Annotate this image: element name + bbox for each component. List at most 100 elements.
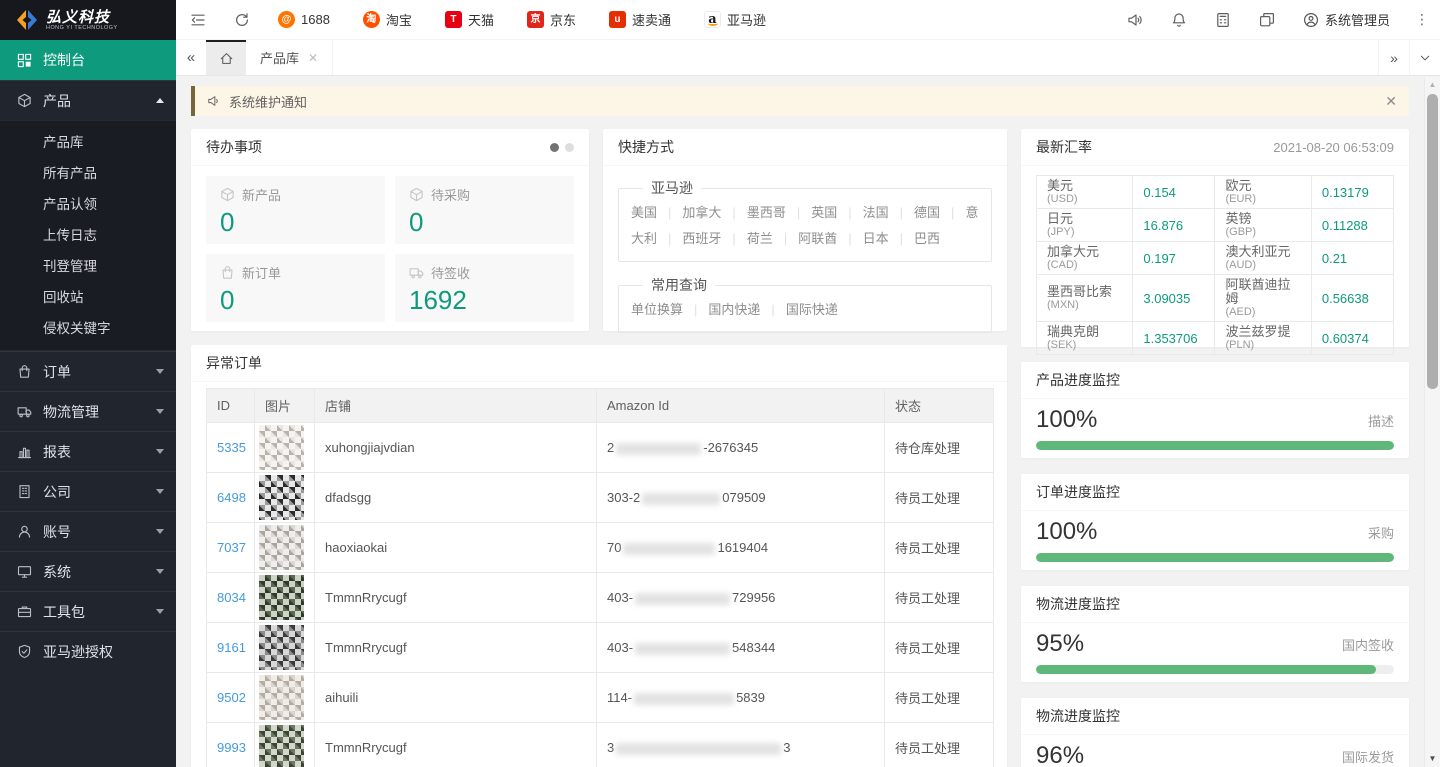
marketplace-link[interactable]: a 亚马逊: [704, 10, 766, 29]
calculator-icon: [1215, 12, 1231, 28]
order-table-row: 8034 TmmnRrycugf 403-729956 待员工处理: [207, 573, 994, 623]
chevron-down-icon: [156, 409, 164, 414]
carousel-dot[interactable]: [565, 143, 574, 152]
sidebar-subitem[interactable]: 产品认领: [0, 189, 176, 220]
theme-layout-button[interactable]: [1245, 0, 1289, 40]
sidebar-item[interactable]: 亚马逊授权: [0, 631, 176, 671]
tabs-scroll-right-button[interactable]: »: [1378, 40, 1409, 75]
progress-monitor-card: 物流进度监控 95% 国内签收: [1021, 586, 1409, 682]
brand-logo[interactable]: 弘义科技 HONG YI TECHNOLOGY: [0, 0, 176, 40]
order-status: 待仓库处理: [885, 423, 994, 473]
marketplace-link[interactable]: u 速卖通: [609, 10, 671, 29]
currency-rate: 0.56638: [1311, 275, 1393, 322]
notifications-button[interactable]: [1157, 0, 1201, 40]
shortcut-link[interactable]: 英国: [786, 205, 837, 220]
calculator-button[interactable]: [1201, 0, 1245, 40]
shortcut-link[interactable]: 日本: [837, 231, 888, 246]
order-status: 待员工处理: [885, 523, 994, 573]
collapse-sidebar-button[interactable]: [176, 0, 220, 40]
shortcut-group: 常用查询 单位换算国内快递国际快递: [618, 275, 992, 333]
todo-stat-tile[interactable]: 待采购 0: [395, 176, 574, 244]
carousel-dot-active[interactable]: [550, 143, 559, 152]
amazon-id-prefix: 403-: [607, 640, 633, 655]
amazon-id-suffix: 3: [783, 740, 790, 755]
sidebar-item[interactable]: 公司: [0, 471, 176, 511]
order-id-link[interactable]: 5335: [217, 440, 246, 455]
order-id-link[interactable]: 8034: [217, 590, 246, 605]
amazon-id-suffix: 548344: [732, 640, 775, 655]
cube-icon: [409, 187, 424, 202]
todo-stat-tile[interactable]: 待签收 1692: [395, 254, 574, 322]
more-menu-button[interactable]: ⋮: [1404, 11, 1440, 28]
sidebar-item[interactable]: 系统: [0, 551, 176, 591]
shortcut-link[interactable]: 加拿大: [657, 205, 721, 220]
marketplace-link-list: @ 1688 淘 淘宝 T 天猫 京 京东 u 速卖通 a 亚马逊: [278, 10, 799, 29]
sidebar-item[interactable]: 订单: [0, 351, 176, 391]
megaphone-icon: [1127, 12, 1143, 28]
shortcut-link[interactable]: 荷兰: [721, 231, 772, 246]
tab-home[interactable]: [206, 40, 246, 75]
shortcut-link[interactable]: 法国: [837, 205, 888, 220]
sidebar-item[interactable]: 物流管理: [0, 391, 176, 431]
marketplace-link[interactable]: 京 京东: [527, 10, 576, 29]
user-menu[interactable]: 系统管理员: [1289, 0, 1404, 40]
shortcut-link[interactable]: 巴西: [889, 231, 940, 246]
scroll-down-arrow[interactable]: ▼: [1425, 752, 1440, 766]
redacted-blur: [642, 493, 720, 505]
order-id-link[interactable]: 9993: [217, 740, 246, 755]
order-id-link[interactable]: 9161: [217, 640, 246, 655]
order-id-link[interactable]: 6498: [217, 490, 246, 505]
shortcut-link[interactable]: 阿联酋: [773, 231, 837, 246]
sidebar-subitem[interactable]: 产品库: [0, 127, 176, 158]
sidebar-subitem[interactable]: 回收站: [0, 282, 176, 313]
sidebar-subitem[interactable]: 所有产品: [0, 158, 176, 189]
amazon-id-prefix: 70: [607, 540, 621, 555]
sidebar-item-product[interactable]: 产品: [0, 80, 176, 120]
scroll-up-arrow[interactable]: ▲: [1425, 78, 1440, 92]
shortcut-link[interactable]: 国内快递: [683, 302, 760, 317]
shortcut-link[interactable]: 德国: [889, 205, 940, 220]
shortcut-link[interactable]: 单位换算: [631, 302, 683, 317]
currency-name: 英镑: [1225, 212, 1300, 226]
vertical-scrollbar[interactable]: ▲ ▼: [1424, 77, 1440, 767]
scrollbar-thumb[interactable]: [1427, 94, 1438, 389]
announcement-button[interactable]: [1113, 0, 1157, 40]
order-shop-name: aihuili: [315, 673, 597, 723]
sidebar-item[interactable]: 工具包: [0, 591, 176, 631]
abnormal-orders-card: 异常订单 ID 图片 店铺 Amazon Id 状态: [191, 345, 1007, 767]
close-icon[interactable]: ✕: [1385, 93, 1397, 110]
order-id-link[interactable]: 7037: [217, 540, 246, 555]
redacted-blur: [635, 593, 730, 605]
order-product-image: [259, 425, 304, 470]
shortcut-link[interactable]: 美国: [631, 205, 657, 220]
sidebar-subitem[interactable]: 刊登管理: [0, 251, 176, 282]
sidebar-subitem[interactable]: 侵权关键字: [0, 313, 176, 344]
rates-timestamp: 2021-08-20 06:53:09: [1273, 129, 1394, 166]
tabs-scroll-left-button[interactable]: «: [176, 40, 206, 75]
marketplace-link[interactable]: T 天猫: [445, 10, 494, 29]
sidebar-item[interactable]: 报表: [0, 431, 176, 471]
order-shop-name: TmmnRrycugf: [315, 723, 597, 767]
marketplace-label: 1688: [301, 12, 330, 27]
monitor-card-title: 物流进度监控: [1036, 586, 1120, 623]
sidebar-section-list: 订单 物流管理 报表 公司: [0, 351, 176, 671]
marketplace-link[interactable]: 淘 淘宝: [363, 10, 412, 29]
marketplace-link[interactable]: @ 1688: [278, 11, 330, 28]
tab-product-library[interactable]: 产品库 ✕: [246, 40, 333, 75]
brand-logo-icon: [14, 8, 40, 32]
redacted-blur: [623, 543, 715, 555]
shortcut-link[interactable]: 西班牙: [657, 231, 721, 246]
todo-stat-tile[interactable]: 新产品 0: [206, 176, 385, 244]
tab-close-icon[interactable]: ✕: [308, 51, 318, 65]
sidebar-subitem[interactable]: 上传日志: [0, 220, 176, 251]
refresh-button[interactable]: [220, 0, 264, 40]
sidebar-item[interactable]: 账号: [0, 511, 176, 551]
todo-stat-tile[interactable]: 新订单 0: [206, 254, 385, 322]
order-id-link[interactable]: 9502: [217, 690, 246, 705]
sidebar-item-label: 物流管理: [43, 402, 99, 422]
tabs-menu-button[interactable]: [1409, 40, 1440, 75]
notice-text[interactable]: 系统维护通知: [229, 92, 307, 111]
shortcut-link[interactable]: 墨西哥: [721, 205, 785, 220]
shortcut-link[interactable]: 国际快递: [760, 302, 837, 317]
sidebar-item-console[interactable]: 控制台: [0, 40, 176, 80]
